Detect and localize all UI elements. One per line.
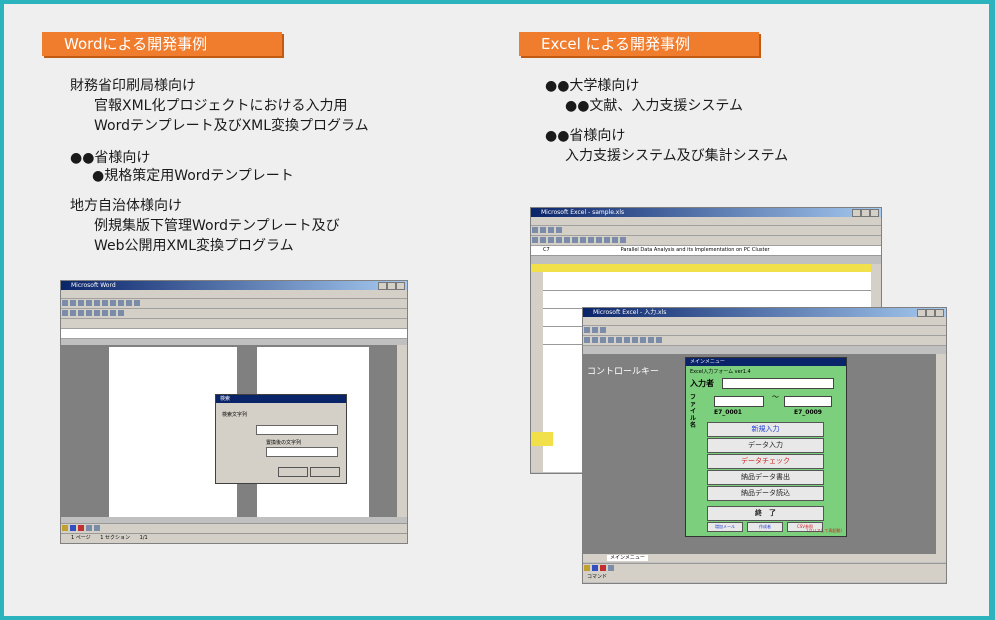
find-input[interactable] (256, 425, 338, 435)
word-drawing-toolbar (61, 523, 407, 533)
menu-footer: (クリアして再起動) (806, 528, 842, 533)
main-menu-title: メインメニュー (686, 358, 846, 366)
file-range-tilde: ～ (772, 393, 779, 401)
left-item-1-org: 財務省印刷局様向け (70, 78, 196, 94)
cell-ref: C7 (543, 247, 550, 253)
word-screenshot: Microsoft Word 検索 検索文字列 置換後の文字列 1 ページ 1 … (60, 280, 408, 544)
slide-frame: Wordによる開発事例 財務省印刷局様向け 官報XML化プロジェクトにおける入力… (4, 4, 989, 616)
small-button-2[interactable]: 作成者 (747, 522, 783, 532)
left-item-3-line-2: Web公開用XML変換プログラム (94, 238, 294, 254)
excel-front-toolbar-1 (583, 326, 946, 336)
highlighted-cell (531, 432, 553, 446)
word-statusbar: 1 ページ 1 セクション 1/1 (61, 533, 407, 543)
maximize-icon (926, 309, 935, 317)
left-item-3-line-1: 例規集版下管理Wordテンプレート及び (94, 218, 340, 234)
right-item-1-line-1: ●●文献、入力支援システム (565, 98, 744, 114)
excel-front-vscrollbar[interactable] (936, 354, 946, 554)
close-icon (935, 309, 944, 317)
excel-front-titlebar: Microsoft Excel - 入力.xls (583, 308, 946, 317)
status-section: 1 セクション (100, 535, 131, 541)
excel-section-title: Excel による開発事例 (519, 32, 759, 56)
excel-back-titlebar: Microsoft Excel - sample.xls (531, 208, 881, 217)
excel-front-sheet: コントロールキー メインメニュー Excel入力フォーム ver1.4 入力者 … (583, 354, 936, 554)
word-vscrollbar[interactable] (397, 345, 407, 517)
word-toolbar-1 (61, 299, 407, 309)
export-button[interactable]: 納品データ書出 (707, 470, 824, 485)
excel-front-drawing-toolbar (583, 563, 946, 573)
left-item-2-org: ●●省様向け (70, 150, 151, 166)
status-page-count: 1/1 (139, 535, 148, 541)
close-icon (870, 209, 879, 217)
word-find-dialog: 検索 検索文字列 置換後の文字列 (215, 394, 347, 484)
file-to-field[interactable] (784, 396, 832, 407)
excel-front-toolbar-2 (583, 336, 946, 346)
range-from-value: E7_0001 (714, 409, 742, 416)
left-item-1-line-2: Wordテンプレート及びXML変換プログラム (94, 118, 369, 134)
word-toolbar-3 (61, 319, 407, 329)
control-key-label: コントロールキー (587, 367, 660, 377)
right-item-2-line-1: 入力支援システム及び集計システム (565, 148, 789, 164)
new-input-button[interactable]: 新規入力 (707, 422, 824, 437)
minimize-icon (378, 282, 387, 290)
dialog-cancel-button[interactable] (310, 467, 340, 477)
excel-back-toolbar-1 (531, 226, 881, 236)
maximize-icon (387, 282, 396, 290)
word-titlebar: Microsoft Word (61, 281, 407, 290)
replace-label: 置換後の文字列 (266, 440, 302, 446)
replace-select[interactable] (266, 447, 338, 457)
input-person-label: 入力者 (690, 379, 714, 388)
file-from-field[interactable] (714, 396, 764, 407)
excel-front-statusbar: コマンド (583, 573, 946, 582)
left-item-2-line-1: ●規格策定用Wordテンプレート (92, 168, 294, 184)
range-to-value: E7_0009 (794, 409, 822, 416)
minimize-icon (917, 309, 926, 317)
excel-back-menubar (531, 217, 881, 226)
excel-front-menubar (583, 317, 946, 326)
excel-back-header-row (531, 264, 871, 272)
word-toolbar-2 (61, 309, 407, 319)
right-item-2-org: ●●省様向け (545, 128, 626, 144)
data-check-button[interactable]: データチェック (707, 454, 824, 469)
left-item-3-org: 地方自治体様向け (70, 198, 182, 214)
exit-button[interactable]: 終 了 (707, 506, 824, 521)
file-name-label: ファイル名 (690, 394, 697, 429)
word-menubar (61, 290, 407, 299)
excel-back-formula-bar: C7 Parallel Data Analysis and its Implem… (531, 246, 881, 256)
find-label: 検索文字列 (222, 412, 248, 418)
sheet-tab-bar: メインメニュー (583, 554, 946, 562)
small-button-1[interactable]: 増加メール (707, 522, 743, 532)
sheet-tab[interactable]: メインメニュー (607, 555, 648, 561)
right-item-1-org: ●●大学様向け (545, 78, 640, 94)
formula-text: Parallel Data Analysis and its Implement… (620, 247, 770, 253)
maximize-icon (861, 209, 870, 217)
minimize-icon (852, 209, 861, 217)
dialog-ok-button[interactable] (278, 467, 308, 477)
excel-back-toolbar-2 (531, 236, 881, 246)
find-dialog-title: 検索 (216, 395, 346, 403)
input-person-field[interactable] (722, 378, 834, 389)
excel-front-screenshot: Microsoft Excel - 入力.xls コントロールキー メインメニュ… (582, 307, 947, 584)
word-section-title: Wordによる開発事例 (42, 32, 282, 56)
data-input-button[interactable]: データ入力 (707, 438, 824, 453)
main-menu-subtitle: Excel入力フォーム ver1.4 (690, 369, 751, 375)
import-button[interactable]: 納品データ読込 (707, 486, 824, 501)
word-ruler (61, 329, 407, 339)
status-page: 1 ページ (71, 535, 91, 541)
left-item-1-line-1: 官報XML化プロジェクトにおける入力用 (94, 98, 348, 114)
close-icon (396, 282, 405, 290)
main-menu-dialog: メインメニュー Excel入力フォーム ver1.4 入力者 ファイル名 ～ E… (685, 357, 847, 537)
